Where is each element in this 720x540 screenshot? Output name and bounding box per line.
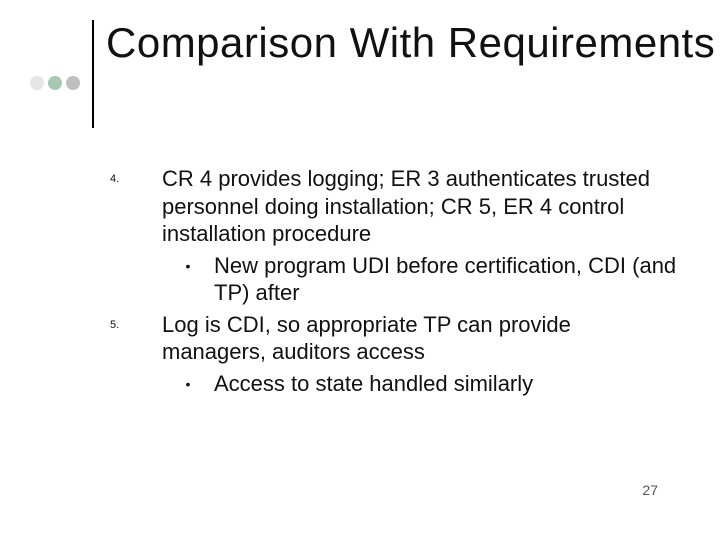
slide-title: Comparison With Requirements [106, 20, 715, 66]
list-item: • New program UDI before certification, … [110, 250, 680, 309]
list-item: 4. CR 4 provides logging; ER 3 authentic… [110, 165, 680, 248]
vertical-divider [92, 20, 94, 128]
slide-body: 4. CR 4 provides logging; ER 3 authentic… [110, 165, 680, 401]
item-number [110, 368, 162, 400]
page-number: 27 [642, 482, 658, 498]
sub-item-text: New program UDI before certification, CD… [214, 252, 680, 307]
slide-header: Comparison With Requirements [30, 20, 715, 128]
dot-icon [66, 76, 80, 90]
sub-item-text: Access to state handled similarly [214, 370, 533, 398]
sub-list-item: • New program UDI before certification, … [162, 252, 680, 307]
bullet-icon: • [162, 370, 214, 398]
item-number [110, 250, 162, 309]
item-number: 4. [110, 165, 162, 248]
list-item: 5. Log is CDI, so appropriate TP can pro… [110, 311, 680, 366]
decorative-dots [30, 76, 80, 90]
item-text: • New program UDI before certification, … [162, 250, 680, 309]
dot-icon [48, 76, 62, 90]
item-text: • Access to state handled similarly [162, 368, 533, 400]
sub-list-item: • Access to state handled similarly [162, 370, 533, 398]
list-item: • Access to state handled similarly [110, 368, 680, 400]
item-text: CR 4 provides logging; ER 3 authenticate… [162, 165, 680, 248]
item-text: Log is CDI, so appropriate TP can provid… [162, 311, 680, 366]
item-number: 5. [110, 311, 162, 366]
slide: Comparison With Requirements 4. CR 4 pro… [0, 0, 720, 540]
dot-icon [30, 76, 44, 90]
bullet-icon: • [162, 252, 214, 307]
